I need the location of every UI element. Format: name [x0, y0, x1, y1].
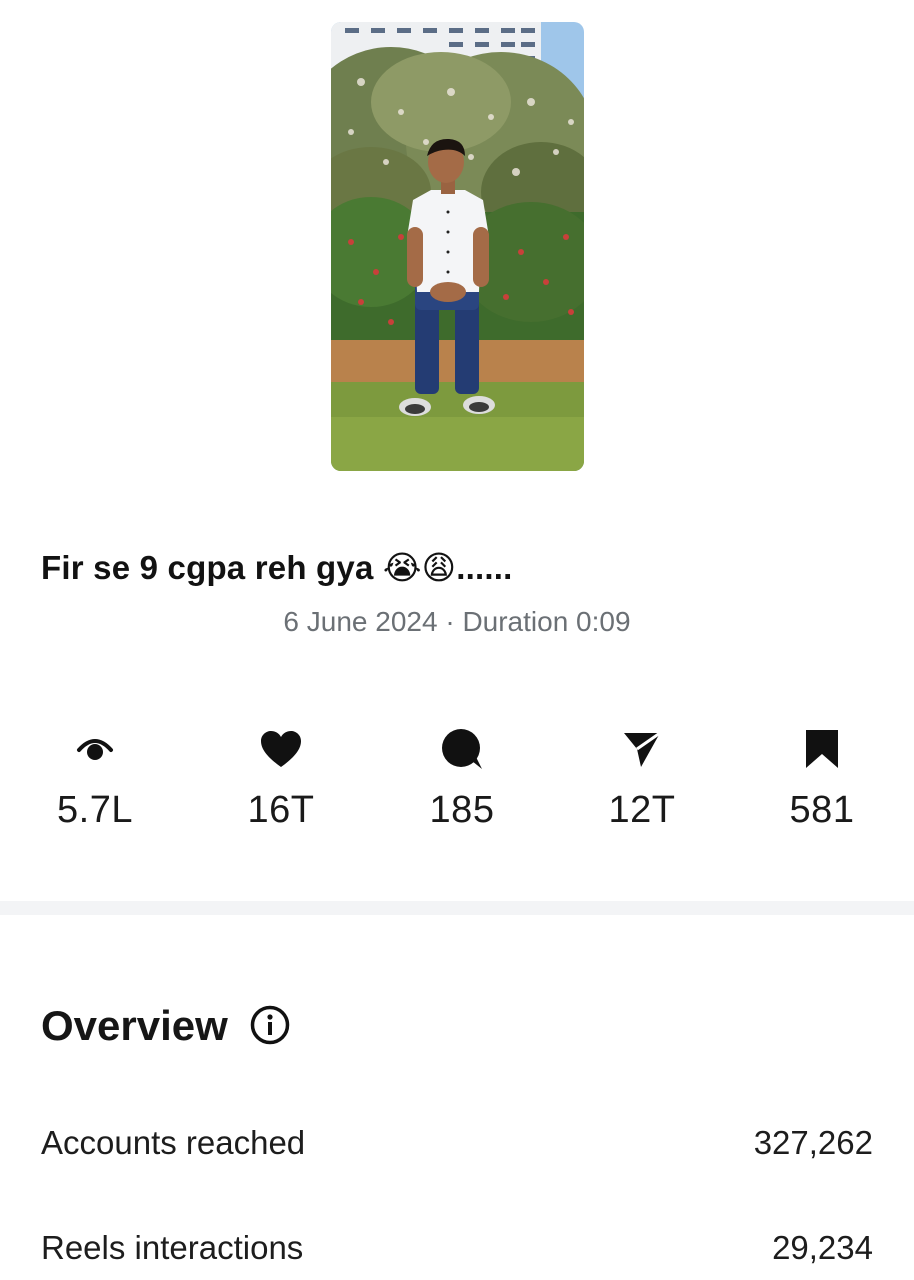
post-caption: Fir se 9 cgpa reh gya 😭😩......: [41, 549, 513, 586]
engagement-stats: 5.7L 16T 185 12T 581: [0, 725, 914, 835]
reel-thumbnail-image: [331, 22, 584, 471]
stat-views[interactable]: 5.7L: [15, 725, 175, 832]
stat-shares[interactable]: 12T: [562, 725, 722, 832]
overview-row-reels-interactions[interactable]: Reels interactions 29,234: [41, 1229, 873, 1279]
accounts-reached-label: Accounts reached: [41, 1124, 306, 1161]
reel-thumbnail[interactable]: [331, 22, 584, 471]
bookmark-icon: [806, 730, 838, 768]
section-divider: [0, 901, 914, 915]
views-count: 5.7L: [57, 789, 133, 831]
reels-interactions-value: 29,234: [772, 1229, 873, 1266]
comment-icon: [442, 729, 482, 769]
post-date-duration: 6 June 2024 · Duration 0:09: [283, 606, 631, 637]
stat-likes[interactable]: 16T: [201, 725, 361, 832]
likes-count: 16T: [247, 789, 315, 831]
share-icon: [624, 731, 661, 767]
overview-title: Overview: [41, 1002, 228, 1049]
stat-comments[interactable]: 185: [382, 725, 542, 832]
info-icon[interactable]: [249, 1004, 291, 1046]
comments-count: 185: [429, 789, 495, 831]
accounts-reached-value: 327,262: [753, 1124, 873, 1161]
eye-icon: [77, 739, 113, 760]
stat-saves[interactable]: 581: [742, 725, 902, 832]
saves-count: 581: [789, 789, 855, 831]
overview-row-accounts-reached[interactable]: Accounts reached 327,262: [41, 1124, 873, 1174]
shares-count: 12T: [608, 789, 676, 831]
reels-interactions-label: Reels interactions: [41, 1229, 304, 1266]
heart-icon: [261, 731, 301, 767]
